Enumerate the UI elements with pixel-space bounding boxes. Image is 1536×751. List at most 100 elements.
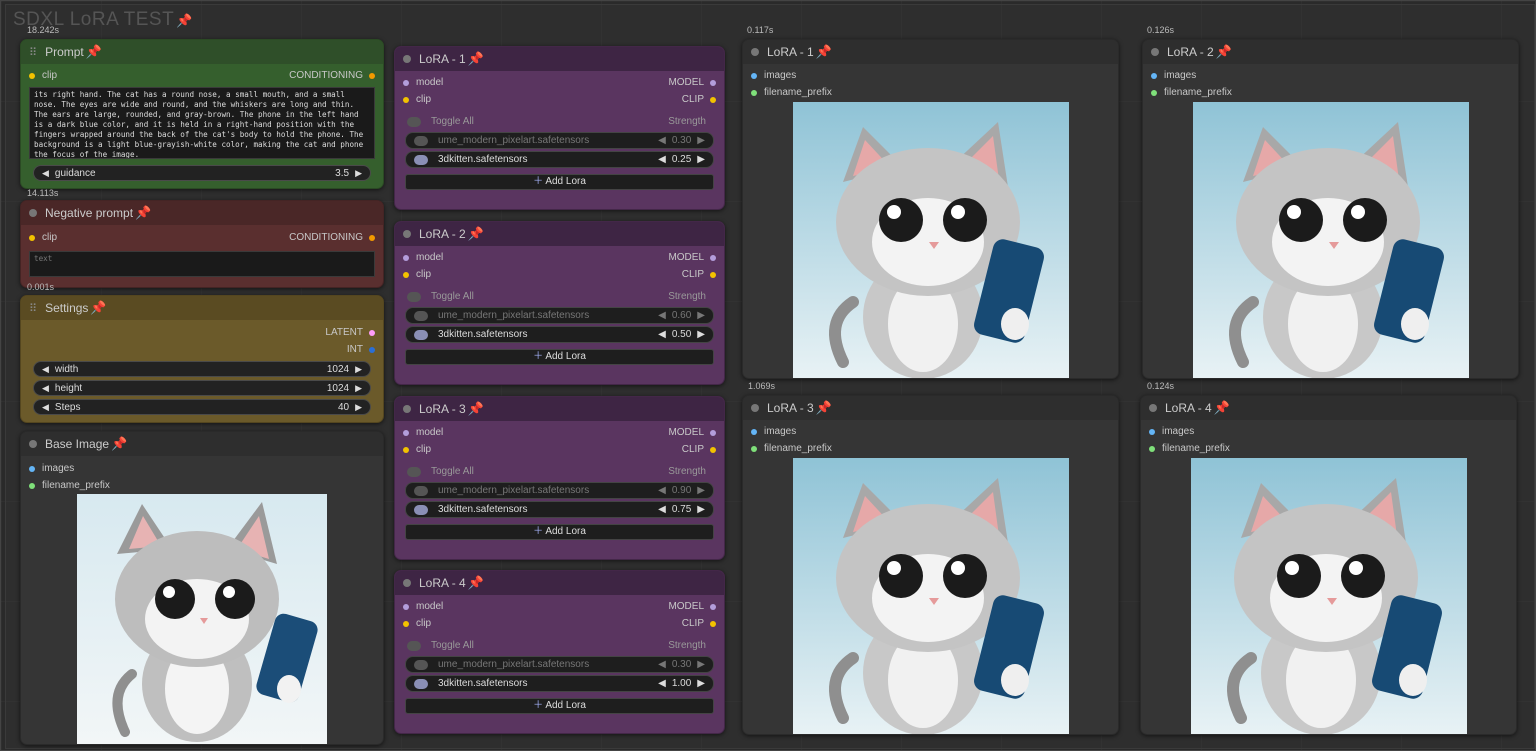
input-socket[interactable] [403, 620, 409, 627]
increment-icon[interactable]: ▶ [697, 504, 705, 515]
input-socket[interactable] [1149, 428, 1155, 435]
output-socket[interactable] [369, 234, 375, 241]
input-socket[interactable] [1149, 445, 1155, 452]
decrement-icon[interactable]: ◀ [42, 364, 49, 375]
collapse-dot[interactable] [403, 405, 411, 413]
decrement-icon[interactable]: ◀ [658, 659, 666, 670]
add-lora-button[interactable]: ＋ Add Lora [405, 349, 714, 365]
lora-node[interactable]: LoRA - 3 📌 model MODEL clip CLIP Toggle All… [394, 396, 725, 560]
output-socket[interactable] [710, 603, 716, 610]
output-socket[interactable] [710, 254, 716, 261]
input-socket[interactable] [403, 446, 409, 453]
toggle-all-switch[interactable] [407, 291, 421, 302]
increment-icon[interactable]: ▶ [697, 135, 705, 146]
lora-name[interactable]: 3dkitten.safetensors [438, 504, 658, 515]
strength-value[interactable]: 0.60 [672, 310, 691, 321]
lora-row[interactable]: ume_modern_pixelart.safetensors ◀ 0.30 ▶ [405, 132, 714, 149]
input-socket[interactable] [1151, 89, 1157, 96]
increment-icon[interactable]: ▶ [355, 402, 362, 413]
preview-image-node[interactable]: LoRA - 2 📌 images filename_prefix [1142, 39, 1519, 379]
collapse-dot[interactable] [29, 440, 37, 448]
input-socket[interactable] [751, 72, 757, 79]
output-socket[interactable] [710, 79, 716, 86]
steps-widget[interactable]: ◀ Steps 40 ▶ [33, 399, 371, 415]
input-socket[interactable] [1151, 72, 1157, 79]
strength-value[interactable]: 0.25 [672, 154, 691, 165]
input-socket[interactable] [403, 603, 409, 610]
increment-icon[interactable]: ▶ [697, 485, 705, 496]
add-lora-button[interactable]: ＋ Add Lora [405, 174, 714, 190]
strength-value[interactable]: 0.50 [672, 329, 691, 340]
preview-image-node[interactable]: LoRA - 3 📌 images filename_prefix [742, 395, 1119, 735]
settings-node[interactable]: ⠿ Settings 📌 LATENT INT ◀ width 1024 ▶ ◀ heigh… [20, 295, 384, 423]
input-socket[interactable] [29, 465, 35, 472]
input-socket[interactable] [403, 96, 409, 103]
decrement-icon[interactable]: ◀ [658, 485, 666, 496]
output-socket[interactable] [710, 620, 716, 627]
increment-icon[interactable]: ▶ [697, 678, 705, 689]
add-lora-button[interactable]: ＋ Add Lora [405, 698, 714, 714]
lora-toggle[interactable] [414, 310, 428, 321]
strength-value[interactable]: 0.30 [672, 659, 691, 670]
node-header[interactable]: LoRA - 2 📌 [1143, 40, 1518, 64]
input-socket[interactable] [751, 89, 757, 96]
node-header[interactable]: Negative prompt 📌 [21, 201, 383, 225]
lora-name[interactable]: ume_modern_pixelart.safetensors [438, 310, 658, 321]
strength-value[interactable]: 1.00 [672, 678, 691, 689]
input-socket[interactable] [403, 271, 409, 278]
strength-value[interactable]: 0.30 [672, 135, 691, 146]
lora-toggle[interactable] [414, 678, 428, 689]
lora-name[interactable]: ume_modern_pixelart.safetensors [438, 135, 658, 146]
collapse-dot[interactable] [403, 579, 411, 587]
lora-name[interactable]: 3dkitten.safetensors [438, 154, 658, 165]
decrement-icon[interactable]: ◀ [42, 402, 49, 413]
input-socket[interactable] [403, 79, 409, 86]
node-header[interactable]: LoRA - 4 📌 [395, 571, 724, 595]
node-header[interactable]: ⠿ Prompt 📌 [21, 40, 383, 64]
output-socket[interactable] [369, 72, 375, 79]
lora-name[interactable]: 3dkitten.safetensors [438, 329, 658, 340]
collapse-dot[interactable] [1149, 404, 1157, 412]
toggle-all-switch[interactable] [407, 116, 421, 127]
output-socket[interactable] [710, 96, 716, 103]
graph-canvas[interactable]: SDXL LoRA TEST 📌 18.242s ⠿ Prompt 📌 clip CON… [0, 0, 1536, 751]
output-socket[interactable] [369, 346, 375, 353]
input-socket[interactable] [29, 482, 35, 489]
input-socket[interactable] [403, 429, 409, 436]
toggle-all-switch[interactable] [407, 466, 421, 477]
lora-row[interactable]: ume_modern_pixelart.safetensors ◀ 0.90 ▶ [405, 482, 714, 499]
guidance-widget[interactable]: ◀ guidance 3.5 ▶ [33, 165, 371, 181]
output-socket[interactable] [369, 329, 375, 336]
lora-row[interactable]: 3dkitten.safetensors ◀ 0.25 ▶ [405, 151, 714, 168]
lora-row[interactable]: ume_modern_pixelart.safetensors ◀ 0.30 ▶ [405, 656, 714, 673]
lora-name[interactable]: ume_modern_pixelart.safetensors [438, 659, 658, 670]
negative-prompt-node[interactable]: Negative prompt 📌 clip CONDITIONING text [20, 200, 384, 288]
lora-node[interactable]: LoRA - 2 📌 model MODEL clip CLIP Toggle All… [394, 221, 725, 385]
decrement-icon[interactable]: ◀ [658, 135, 666, 146]
lora-toggle[interactable] [414, 485, 428, 496]
lora-name[interactable]: ume_modern_pixelart.safetensors [438, 485, 658, 496]
node-header[interactable]: LoRA - 3 📌 [395, 397, 724, 421]
node-header[interactable]: LoRA - 3 📌 [743, 396, 1118, 420]
increment-icon[interactable]: ▶ [697, 310, 705, 321]
height-widget[interactable]: ◀ height 1024 ▶ [33, 380, 371, 396]
collapse-dot[interactable] [29, 209, 37, 217]
width-widget[interactable]: ◀ width 1024 ▶ [33, 361, 371, 377]
node-header[interactable]: LoRA - 2 📌 [395, 222, 724, 246]
node-header[interactable]: ⠿ Settings 📌 [21, 296, 383, 320]
collapse-dot[interactable] [1151, 48, 1159, 56]
input-socket[interactable] [403, 254, 409, 261]
decrement-icon[interactable]: ◀ [658, 504, 666, 515]
increment-icon[interactable]: ▶ [697, 329, 705, 340]
input-socket[interactable] [29, 234, 35, 241]
lora-row[interactable]: 3dkitten.safetensors ◀ 0.75 ▶ [405, 501, 714, 518]
prompt-node[interactable]: ⠿ Prompt 📌 clip CONDITIONING its right hand… [20, 39, 384, 189]
decrement-icon[interactable]: ◀ [42, 383, 49, 394]
toggle-all-switch[interactable] [407, 640, 421, 651]
increment-icon[interactable]: ▶ [697, 659, 705, 670]
add-lora-button[interactable]: ＋ Add Lora [405, 524, 714, 540]
decrement-icon[interactable]: ◀ [658, 678, 666, 689]
node-header[interactable]: LoRA - 1 📌 [395, 47, 724, 71]
lora-node[interactable]: LoRA - 4 📌 model MODEL clip CLIP Toggle All… [394, 570, 725, 734]
decrement-icon[interactable]: ◀ [658, 154, 666, 165]
